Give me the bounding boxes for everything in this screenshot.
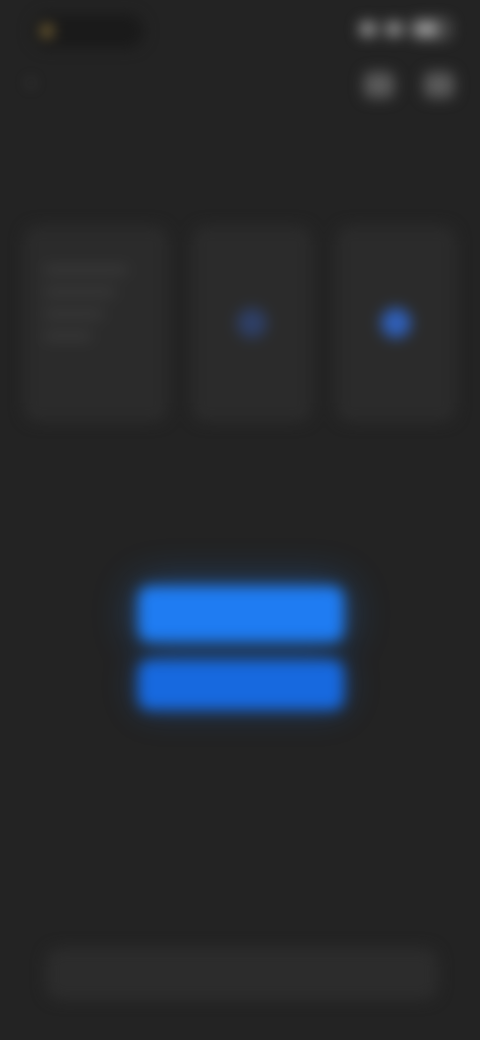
primary-button[interactable] bbox=[138, 586, 344, 642]
nav-actions bbox=[364, 72, 454, 98]
signal-icon bbox=[360, 22, 376, 36]
card-text-line bbox=[44, 332, 92, 340]
battery-icon bbox=[412, 20, 450, 38]
option-icon bbox=[381, 308, 411, 338]
card-text-line bbox=[44, 310, 104, 318]
top-navigation: ‹ bbox=[0, 64, 480, 108]
recording-dot-icon bbox=[42, 26, 52, 36]
card-text-line bbox=[44, 288, 116, 296]
status-icons bbox=[360, 20, 450, 38]
back-button[interactable]: ‹ bbox=[28, 72, 40, 92]
option-card-2[interactable] bbox=[192, 226, 312, 422]
option-icon bbox=[237, 308, 267, 338]
option-card-3[interactable] bbox=[336, 226, 456, 422]
wifi-icon bbox=[386, 22, 402, 36]
card-text-line bbox=[44, 266, 128, 274]
chevron-left-icon: ‹ bbox=[28, 72, 34, 91]
more-icon[interactable] bbox=[424, 72, 454, 98]
status-pill bbox=[32, 14, 144, 48]
action-group bbox=[138, 516, 344, 710]
option-card-1[interactable] bbox=[24, 226, 168, 422]
app-screen: ‹ bbox=[0, 0, 480, 1040]
share-icon[interactable] bbox=[364, 72, 394, 98]
status-bar bbox=[0, 0, 480, 60]
option-cards bbox=[24, 226, 456, 422]
bottom-bar[interactable] bbox=[46, 948, 438, 1000]
action-links bbox=[138, 516, 344, 556]
secondary-button[interactable] bbox=[138, 660, 344, 710]
